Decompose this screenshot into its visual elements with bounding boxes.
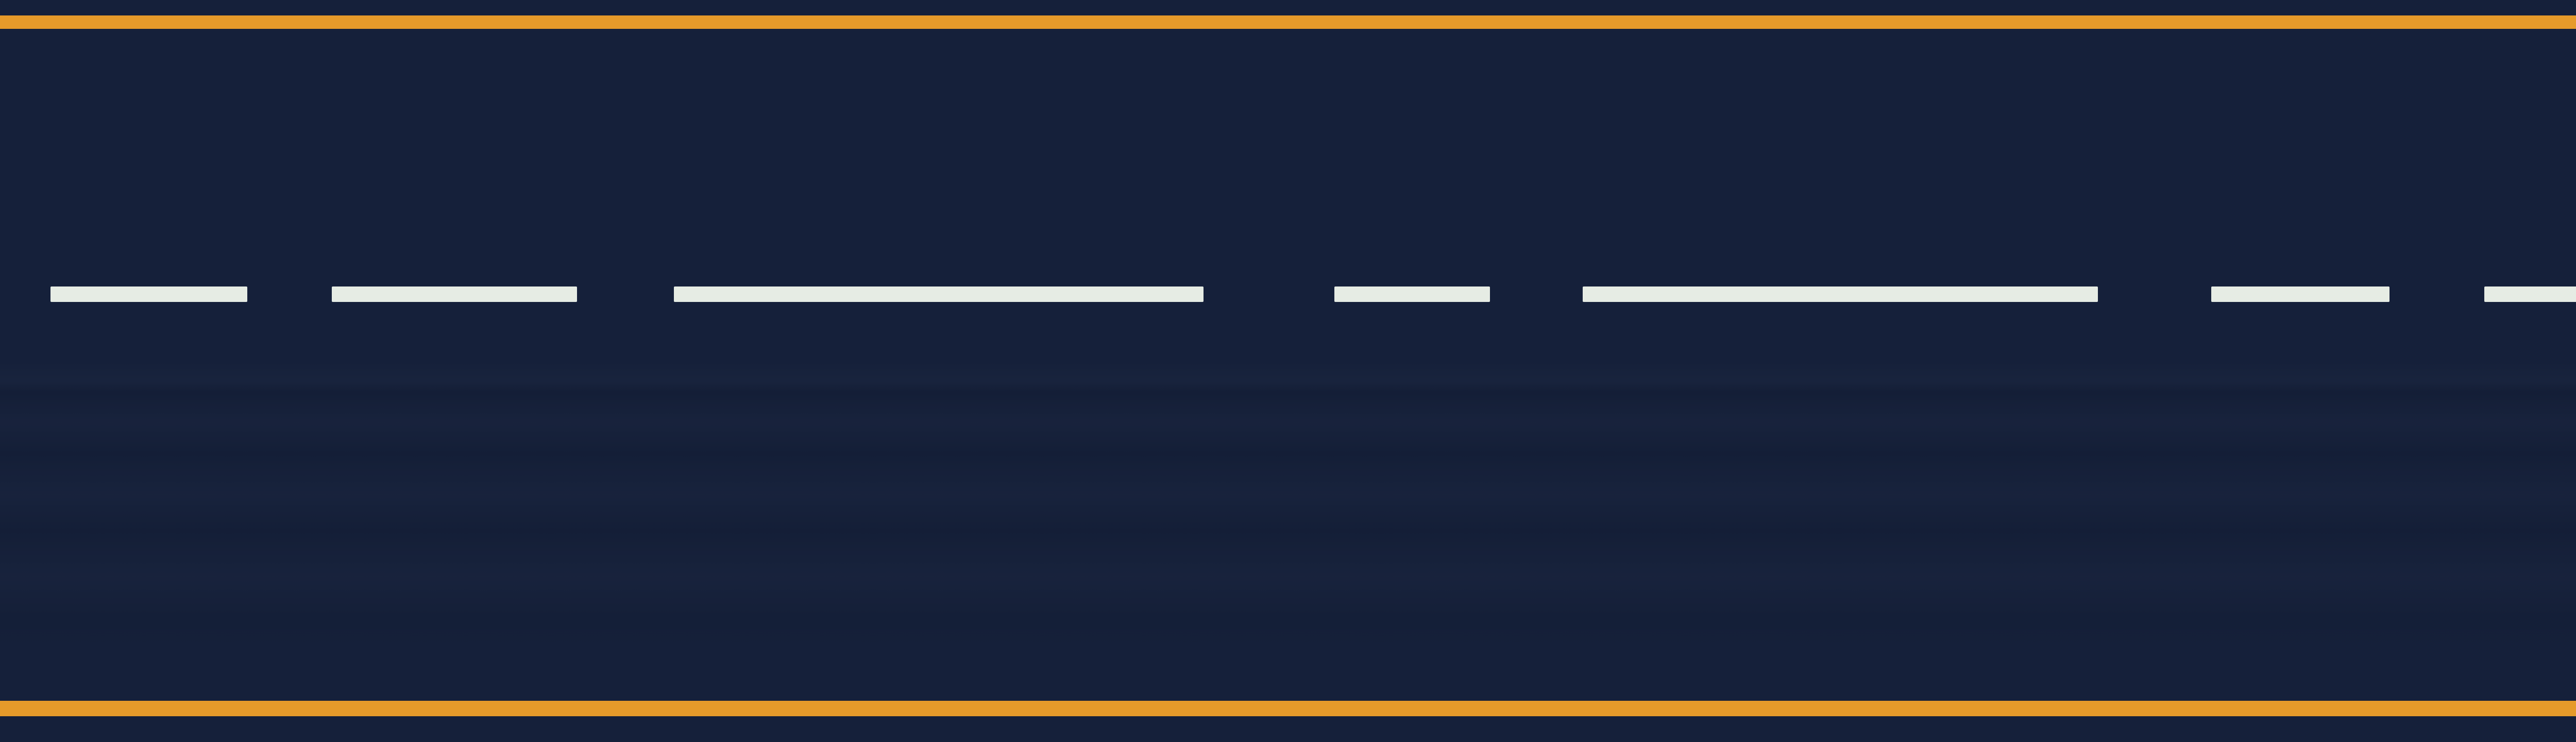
center-dash-3 xyxy=(674,286,1204,302)
top-edge-line xyxy=(0,15,2576,29)
center-dash-4 xyxy=(1334,286,1490,302)
center-dash-6 xyxy=(2211,286,2389,302)
center-dash-2 xyxy=(332,286,577,302)
center-dash-7 xyxy=(2484,286,2576,302)
asphalt-texture xyxy=(0,361,2576,649)
road-scene xyxy=(0,0,2576,742)
center-dash-5 xyxy=(1583,286,2098,302)
bottom-edge-line xyxy=(0,701,2576,716)
center-dash-1 xyxy=(50,286,247,302)
